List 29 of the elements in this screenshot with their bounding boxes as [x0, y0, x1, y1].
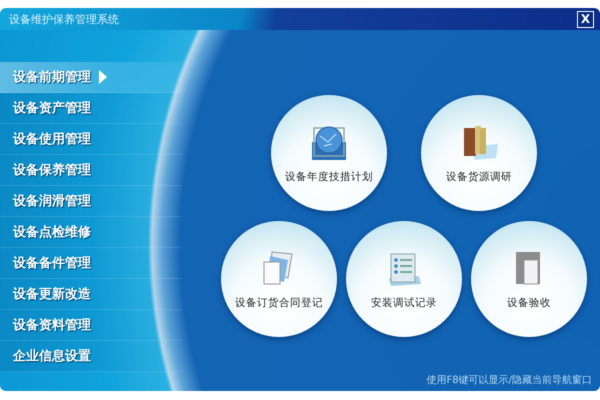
arrow-icon — [99, 70, 107, 84]
sidebar-item-label: 设备保养管理 — [13, 162, 91, 179]
module-button[interactable]: 设备年度技措计划 — [271, 95, 387, 211]
sidebar-item[interactable]: 设备使用管理 — [0, 124, 182, 155]
module-button[interactable]: 设备订货合同登记 — [221, 221, 337, 337]
sidebar-item[interactable]: 设备前期管理 — [0, 62, 182, 93]
status-hint: 使用F8键可以显示/隐藏当前导航窗口 — [426, 374, 592, 387]
module-button[interactable]: 设备货源调研 — [421, 95, 537, 211]
sidebar-item[interactable]: 设备资产管理 — [0, 93, 182, 124]
sidebar-item-label: 设备更新改造 — [13, 286, 91, 303]
sidebar-item[interactable]: 设备点检维修 — [0, 217, 182, 248]
window-title: 设备维护保养管理系统 — [9, 12, 119, 26]
module-button[interactable]: 安装调试记录 — [346, 221, 462, 337]
sidebar-item-label: 企业信息设置 — [13, 348, 91, 365]
sidebar-item[interactable]: 企业信息设置 — [0, 341, 182, 372]
sidebar-item-label: 设备备件管理 — [13, 255, 91, 272]
sidebar-item-label: 设备资料管理 — [13, 317, 91, 334]
close-button[interactable]: X — [577, 10, 594, 28]
module-button[interactable]: 设备验收 — [471, 221, 587, 337]
sidebar-item-label: 设备点检维修 — [13, 224, 91, 241]
sidebar-item-label: 设备前期管理 — [13, 69, 91, 86]
sidebar-item[interactable]: 设备润滑管理 — [0, 186, 182, 217]
sidebar-item[interactable]: 设备保养管理 — [0, 155, 182, 186]
sidebar-item-label: 设备润滑管理 — [13, 192, 91, 210]
sidebar-item[interactable]: 设备更新改造 — [0, 279, 182, 310]
sidebar-item-label: 设备资产管理 — [13, 100, 91, 117]
sidebar-item-label: 设备使用管理 — [13, 131, 91, 148]
sidebar-item[interactable]: 设备备件管理 — [0, 248, 182, 279]
sidebar-item[interactable]: 设备资料管理 — [0, 310, 182, 341]
